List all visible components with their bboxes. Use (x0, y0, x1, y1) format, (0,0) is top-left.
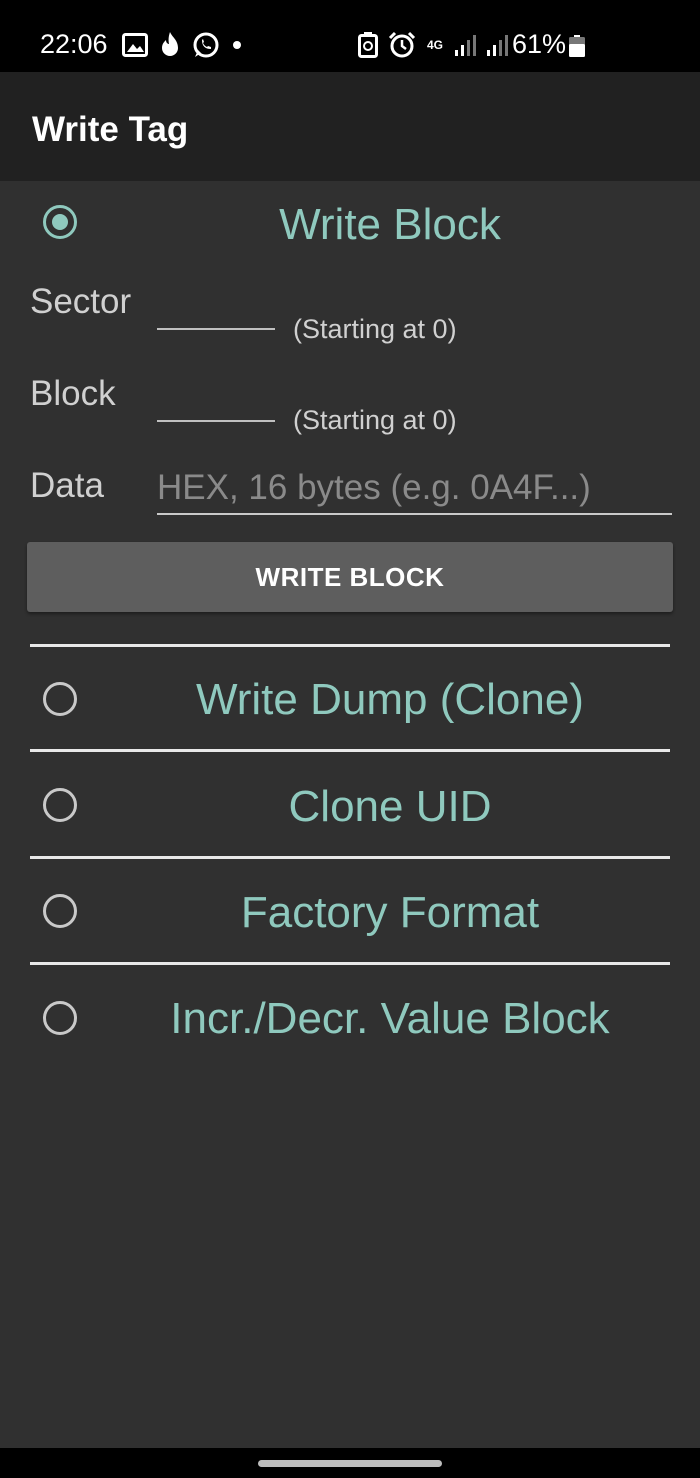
page-title: Write Tag (32, 110, 189, 149)
radio-factory-format[interactable] (43, 894, 77, 928)
radio-write-dump[interactable] (43, 682, 77, 716)
radio-value-block[interactable] (43, 1001, 77, 1035)
radio-clone-uid[interactable] (43, 788, 77, 822)
radio-write-block[interactable] (43, 205, 77, 239)
divider (30, 749, 670, 752)
option-label-value-block[interactable]: Incr./Decr. Value Block (80, 991, 700, 1047)
fire-icon (162, 32, 178, 56)
block-hint: (Starting at 0) (293, 405, 457, 435)
dot-icon (233, 41, 241, 49)
signal-icon (455, 35, 476, 56)
whatsapp-icon (193, 32, 219, 58)
status-bar: 22:06 4G 61% (0, 0, 700, 72)
battery-saver-icon (358, 32, 378, 58)
network-type: 4G (426, 38, 443, 52)
block-label: Block (30, 374, 116, 413)
alarm-icon (388, 31, 416, 58)
battery-percent: 61% (512, 29, 567, 59)
divider (30, 856, 670, 859)
option-label-factory-format[interactable]: Factory Format (80, 885, 700, 941)
signal-icon-2 (487, 35, 508, 56)
write-block-button[interactable]: WRITE BLOCK (27, 542, 673, 612)
gallery-icon (122, 33, 148, 57)
home-handle[interactable] (258, 1460, 442, 1467)
sector-label: Sector (30, 282, 132, 321)
option-label-write-dump[interactable]: Write Dump (Clone) (80, 672, 700, 728)
status-time: 22:06 (40, 29, 108, 59)
block-input[interactable] (157, 420, 275, 422)
sector-input[interactable] (157, 328, 275, 330)
sector-hint: (Starting at 0) (293, 314, 457, 344)
divider (30, 962, 670, 965)
option-label-write-block[interactable]: Write Block (80, 197, 700, 253)
data-label: Data (30, 466, 104, 505)
option-label-clone-uid[interactable]: Clone UID (80, 779, 700, 835)
data-input[interactable] (157, 463, 672, 515)
divider (30, 644, 670, 647)
battery-icon (569, 35, 585, 57)
